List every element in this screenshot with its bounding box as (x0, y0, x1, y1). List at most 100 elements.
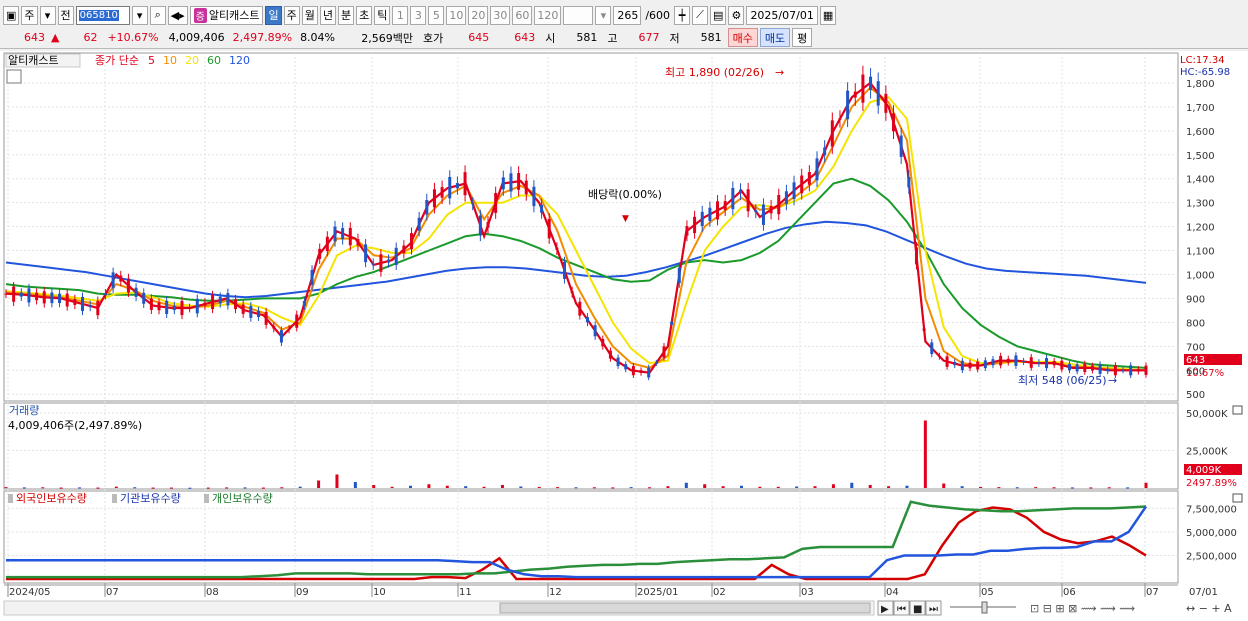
period-second-button[interactable]: 초 (356, 5, 373, 25)
interval-5-button[interactable]: 5 (428, 5, 445, 25)
holdings-legend-item[interactable]: 외국인보유수량 (16, 492, 87, 505)
volume-close-button[interactable] (1232, 405, 1243, 415)
scroll-control-icon: ⏮ (897, 604, 906, 615)
speaker-icon[interactable]: ◀▸ (167, 5, 188, 25)
avg-button[interactable]: 평 (792, 28, 813, 47)
period-kind-select[interactable]: 전 (57, 5, 74, 25)
volume-bar (409, 485, 413, 488)
candle-body (1006, 358, 1010, 363)
candle-body (976, 361, 980, 370)
scroll-control-icon: ⏭ (929, 604, 938, 615)
holdings-legend-item[interactable]: 개인보유수량 (212, 492, 273, 505)
draw-tool-icon[interactable]: ⟋ (692, 5, 709, 25)
volume-bar (666, 486, 670, 488)
candle-body (524, 180, 528, 195)
volume-bar (1034, 487, 1038, 489)
time-axis-tick: 04 (886, 587, 899, 598)
candle-body (356, 239, 360, 246)
period-year-button[interactable]: 년 (319, 5, 336, 25)
stock-name: 알티캐스트 (208, 9, 260, 22)
candle-body (716, 201, 720, 220)
candle-body (1121, 370, 1125, 372)
interval-60-button[interactable]: 60 (512, 5, 533, 25)
candle-body (907, 177, 911, 188)
time-axis-tick: 05 (981, 587, 994, 598)
interval-10-button[interactable]: 10 (446, 5, 467, 25)
gear-icon[interactable]: ⚙ (728, 5, 745, 25)
count-input[interactable]: 265 (613, 5, 642, 25)
period-week-button[interactable]: 주 (283, 5, 300, 25)
trade-amount: 2,569백만 (361, 31, 414, 45)
interval-1-button[interactable]: 1 (392, 5, 409, 25)
candle-body (723, 201, 727, 210)
low-annotation: 최저 548 (06/25) (1018, 374, 1107, 387)
candle-body (654, 362, 658, 364)
candle-body (601, 339, 605, 347)
zoom-controls[interactable]: ↔ − + A (1186, 602, 1232, 615)
candle-body (126, 278, 130, 293)
interval-30-button[interactable]: 30 (490, 5, 511, 25)
candle-body (662, 346, 666, 358)
volume-pane[interactable] (3, 402, 1179, 490)
candle-body (295, 314, 299, 328)
candle-body (455, 183, 459, 189)
main-toolbar: ▣ 주 ▾ 전 065810 ▾ ⌕ ◀▸ 증 알티캐스트 일 주 월 년 분 … (0, 3, 1248, 27)
candle-body (563, 261, 567, 279)
volume-bar (169, 487, 173, 489)
volume-bar (831, 484, 835, 488)
stock-name-field[interactable]: 증 알티캐스트 (189, 5, 264, 25)
period-tick-button[interactable]: 틱 (374, 5, 391, 25)
holdings-legend-item[interactable]: 기관보유수량 (120, 492, 181, 505)
stock-chart[interactable]: → → ▼ 1,800 1,700 1,600 1,500 1,400 1,300 1,200 1… (0, 51, 1248, 621)
market-dropdown-icon[interactable]: ▾ (39, 5, 56, 25)
price-axis-tick: 1,700 (1186, 103, 1215, 114)
ma-legend-120: 120 (229, 54, 250, 67)
ma-legend-10: 10 (163, 54, 177, 67)
ask-price: 645 (468, 31, 490, 44)
period-day-button[interactable]: 일 (265, 5, 282, 25)
candle-body (922, 328, 926, 331)
volume-bar (151, 487, 155, 489)
price-axis-tick: 500 (1186, 390, 1205, 401)
price-axis-tick: 900 (1186, 294, 1205, 305)
indicator-menu-icon[interactable] (6, 69, 22, 84)
candle-type-icon[interactable]: ┿ (674, 5, 691, 25)
period-month-button[interactable]: 월 (301, 5, 318, 25)
interval-120-button[interactable]: 120 (534, 5, 562, 25)
market-select[interactable]: 주 (21, 5, 38, 25)
holdings-legend-marker (8, 494, 13, 503)
low-label: 저 (669, 31, 680, 45)
chart-scrollbar-thumb[interactable] (499, 602, 871, 614)
candle-body (731, 187, 735, 210)
search-icon[interactable]: ⌕ (149, 5, 166, 25)
candle-body (1014, 355, 1018, 366)
interval-3-button[interactable]: 3 (410, 5, 427, 25)
volume-bar (188, 487, 192, 489)
candle-body (1067, 363, 1071, 371)
candle-body (73, 299, 77, 305)
date-input[interactable]: 2025/07/01 (746, 5, 818, 25)
candle-body (1106, 368, 1110, 372)
open-label: 시 (545, 31, 556, 45)
candle-body (968, 362, 972, 369)
candle-body (58, 293, 62, 303)
interval-custom-input[interactable] (563, 5, 594, 25)
interval-20-button[interactable]: 20 (468, 5, 489, 25)
candle-body (570, 291, 574, 294)
volume-pct: 2,497.89% (232, 31, 293, 44)
layout-icons[interactable]: ⊡ ⊟ ⊞ ⊠ ⟿ ⟿ ⟿ (1030, 602, 1135, 615)
sell-button[interactable]: 매도 (759, 28, 791, 47)
save-icon[interactable]: ▤ (710, 5, 727, 25)
volume-bar (298, 486, 302, 488)
calendar-icon[interactable]: ▦ (819, 5, 837, 25)
stock-code-input[interactable]: 065810 (75, 5, 130, 25)
interval-dropdown-icon[interactable]: ▾ (595, 5, 612, 25)
code-dropdown-icon[interactable]: ▾ (131, 5, 148, 25)
buy-button[interactable]: 매수 (727, 28, 758, 47)
period-minute-button[interactable]: 분 (337, 5, 355, 25)
holdings-close-button[interactable] (1232, 493, 1243, 503)
candle-body (149, 298, 153, 310)
window-icon[interactable]: ▣ (3, 5, 20, 25)
zoom-slider-handle[interactable] (981, 601, 988, 614)
candle-body (930, 342, 934, 355)
